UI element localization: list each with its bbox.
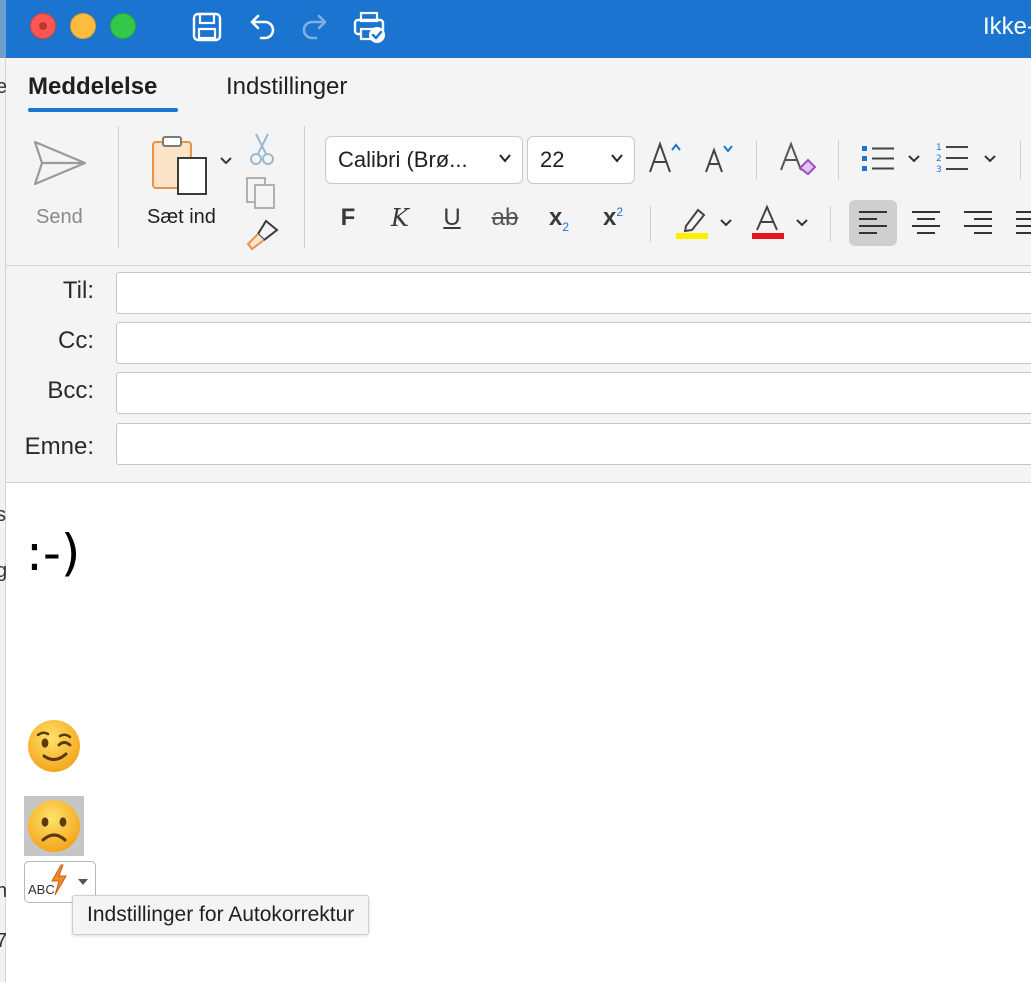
- copy-icon[interactable]: [244, 176, 278, 210]
- divider: [830, 206, 831, 242]
- font-name-select[interactable]: Calibri (Brø...: [325, 136, 523, 184]
- font-name-value: Calibri (Brø...: [338, 147, 468, 172]
- svg-text:3: 3: [936, 165, 942, 175]
- align-left-icon: [859, 211, 887, 234]
- bcc-label: Bcc:: [47, 377, 94, 404]
- redo-icon[interactable]: [298, 10, 332, 44]
- autocorrect-tooltip: Indstillinger for Autokorrektur: [72, 895, 370, 935]
- svg-text:1: 1: [936, 143, 942, 153]
- font-size-select[interactable]: 22: [527, 136, 635, 184]
- minimize-window-button[interactable]: [70, 13, 96, 39]
- chevron-down-icon[interactable]: [982, 152, 998, 166]
- subscript-label: x: [548, 204, 563, 231]
- chevron-down-icon[interactable]: [906, 152, 922, 166]
- body-text-smiley: :-): [26, 524, 81, 582]
- title-bar: Ikke-: [0, 0, 1031, 58]
- maximize-window-button[interactable]: [110, 13, 136, 39]
- bold-button[interactable]: F: [331, 204, 365, 232]
- tab-indstillinger[interactable]: Indstillinger: [226, 73, 347, 101]
- chevron-down-icon: [220, 157, 232, 165]
- undo-icon[interactable]: [245, 10, 279, 44]
- ribbon-toolbar: Send Sæt ind Calibri (Brø... 22 1 2 3 F …: [6, 118, 1031, 266]
- format-painter-icon[interactable]: [244, 218, 280, 252]
- align-left-button[interactable]: [849, 200, 897, 246]
- align-right-icon[interactable]: [962, 209, 994, 237]
- bullet-list-icon[interactable]: [860, 142, 900, 176]
- cc-field[interactable]: [116, 322, 1031, 364]
- to-label: Til:: [62, 277, 94, 304]
- increase-font-size-icon[interactable]: [646, 140, 686, 176]
- to-field[interactable]: [116, 272, 1031, 314]
- decrease-font-size-icon[interactable]: [700, 140, 740, 176]
- save-icon[interactable]: [190, 10, 224, 44]
- dropdown-arrow-icon: [78, 879, 88, 885]
- lightning-bolt-icon: [51, 864, 67, 896]
- chevron-down-icon: [611, 154, 623, 163]
- superscript-label: x: [602, 204, 617, 231]
- cc-label: Cc:: [58, 327, 94, 354]
- divider: [304, 126, 305, 248]
- numbered-list-icon[interactable]: 1 2 3: [934, 140, 974, 178]
- divider: [756, 140, 757, 180]
- window-title: Ikke-: [982, 13, 1031, 40]
- close-window-button[interactable]: [30, 13, 56, 39]
- paste-label: Sæt ind: [147, 206, 216, 228]
- chevron-down-icon[interactable]: [718, 216, 734, 230]
- justify-icon[interactable]: [1014, 209, 1031, 237]
- clear-formatting-icon[interactable]: [778, 140, 818, 178]
- chevron-down-icon: [499, 154, 511, 163]
- highlight-color-icon[interactable]: [674, 204, 710, 240]
- frowning-face-emoji: [28, 800, 80, 852]
- chevron-down-icon[interactable]: [794, 216, 810, 230]
- clipboard-icon: [152, 136, 207, 195]
- cut-icon[interactable]: [248, 132, 276, 166]
- send-label: Send: [36, 206, 83, 228]
- divider: [650, 206, 651, 242]
- divider: [118, 126, 119, 248]
- send-icon: [33, 140, 87, 186]
- underline-button[interactable]: U: [435, 204, 469, 232]
- divider: [838, 140, 839, 180]
- strikethrough-button[interactable]: ab: [488, 204, 522, 232]
- subject-label: Emne:: [24, 433, 94, 460]
- divider: [1020, 140, 1021, 180]
- subscript-button[interactable]: x2: [542, 204, 576, 234]
- align-center-icon[interactable]: [910, 209, 942, 237]
- font-size-value: 22: [540, 147, 565, 172]
- italic-button[interactable]: K: [383, 204, 417, 232]
- subject-field[interactable]: [116, 423, 1031, 465]
- print-icon[interactable]: [352, 10, 386, 44]
- tab-meddelelse[interactable]: Meddelelse: [28, 73, 157, 101]
- message-header-fields: Til: Cc: Bcc: Emne:: [6, 266, 1031, 483]
- ribbon-tabs: Meddelelse Indstillinger: [6, 58, 1031, 118]
- font-color-icon[interactable]: [750, 204, 786, 240]
- svg-text:2: 2: [936, 154, 942, 164]
- message-body[interactable]: :-) ABC Indstillinger for Autokorrektur: [6, 484, 1031, 982]
- superscript-button[interactable]: x2: [596, 204, 630, 232]
- active-tab-indicator: [28, 108, 178, 112]
- winking-face-emoji: [28, 720, 80, 772]
- bcc-field[interactable]: [116, 372, 1031, 414]
